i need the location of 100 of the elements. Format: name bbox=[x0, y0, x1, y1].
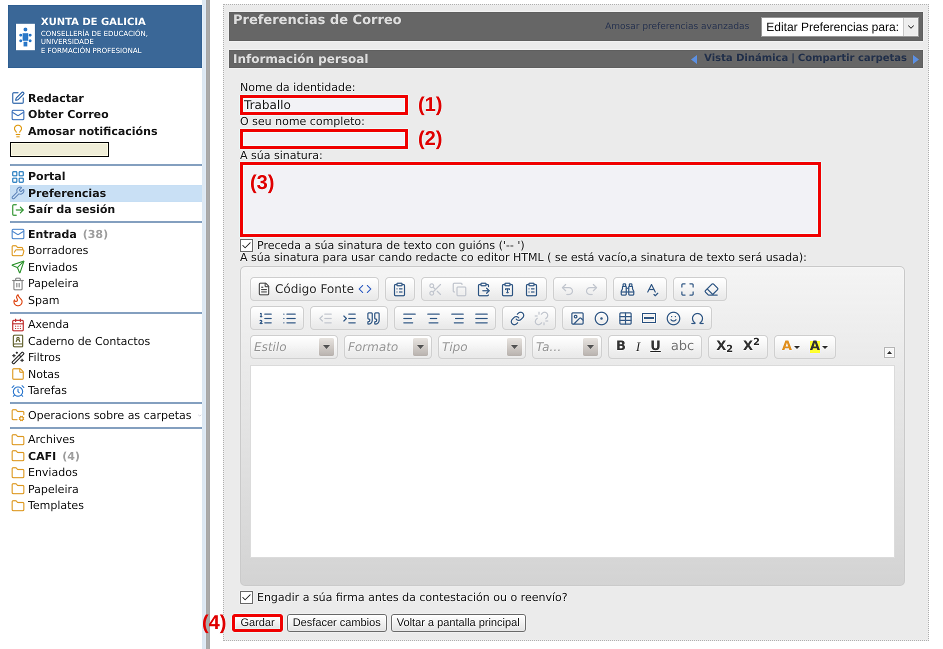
unread-count: (38) bbox=[82, 228, 108, 241]
sidebar-item[interactable]: Redactar bbox=[10, 90, 202, 106]
identity-field[interactable]: Traballo bbox=[240, 95, 408, 115]
caret-icon bbox=[323, 345, 330, 349]
field-label: Nome da identidade: bbox=[240, 82, 356, 94]
full-name-field[interactable] bbox=[240, 129, 408, 149]
sidebar-item[interactable]: Portal bbox=[10, 168, 202, 185]
sidebar-label: Entrada bbox=[28, 228, 77, 241]
sidebar-label: Archives bbox=[28, 433, 75, 446]
form-button[interactable]: Gardar bbox=[232, 614, 283, 632]
link-icon bbox=[510, 310, 524, 326]
unread-count: (4) bbox=[62, 450, 80, 463]
format-button[interactable]: A bbox=[806, 337, 832, 357]
format-button[interactable]: U bbox=[646, 337, 665, 357]
cut-icon bbox=[428, 282, 444, 296]
form-button[interactable]: Desfacer cambios bbox=[286, 614, 387, 632]
format-button[interactable]: X$^{2}$ bbox=[739, 337, 764, 357]
unlink-icon bbox=[534, 310, 548, 326]
logo-icon bbox=[16, 22, 35, 50]
sidebar-item[interactable]: Borradores bbox=[10, 242, 202, 259]
templates-icon bbox=[392, 282, 408, 296]
sidebar-item[interactable]: Filtros bbox=[10, 350, 202, 366]
sidebar-label: Redactar bbox=[28, 92, 84, 105]
pencil-icon bbox=[11, 91, 25, 106]
sidebar-item[interactable]: Saír da sesión bbox=[10, 202, 202, 218]
collapse-icon[interactable] bbox=[884, 347, 895, 358]
sidebar-item[interactable]: Entrada (38) bbox=[10, 226, 202, 242]
form-button[interactable]: Voltar a pantalla principal bbox=[390, 614, 526, 632]
bullet-list-icon bbox=[282, 310, 296, 326]
omega-icon bbox=[690, 310, 704, 326]
sidebar-label: Portal bbox=[28, 170, 66, 184]
caret-icon bbox=[822, 346, 828, 348]
copy-icon bbox=[452, 282, 468, 296]
sidebar-label: Operacions sobre as carpetas bbox=[28, 408, 192, 422]
select-value: Editar Preferencias para: bbox=[765, 20, 900, 32]
combo-placeholder: Ta… bbox=[536, 341, 562, 353]
annotation-marker: (3) bbox=[250, 172, 274, 194]
calendar-icon bbox=[11, 318, 25, 332]
align-left-icon bbox=[402, 310, 416, 326]
sidebar-label: Saír da sesión bbox=[28, 203, 116, 216]
sidebar-item[interactable]: Operacions sobre as carpetas bbox=[10, 407, 202, 424]
lightbulb-icon bbox=[11, 124, 25, 138]
caret-icon bbox=[794, 346, 800, 348]
sidebar-label: Amosar notificacións bbox=[28, 124, 158, 138]
checkbox[interactable] bbox=[240, 591, 253, 604]
code-icon bbox=[358, 282, 372, 296]
sidebar-item[interactable]: Spam bbox=[10, 292, 202, 308]
checkbox-label: Preceda a súa sinatura de texto con guións ('-- ') bbox=[257, 239, 525, 252]
notification-field[interactable] bbox=[10, 142, 109, 156]
paste-word-icon bbox=[524, 282, 540, 296]
sidebar-item[interactable]: Enviados bbox=[10, 259, 202, 276]
find-icon bbox=[620, 282, 636, 296]
address-book-icon bbox=[11, 334, 25, 348]
indent-icon bbox=[342, 310, 356, 326]
sidebar-item[interactable]: Papeleira bbox=[10, 481, 202, 498]
format-button[interactable]: X$_{2}$ bbox=[712, 337, 738, 357]
logo-title: XUNTA DE GALICIA bbox=[40, 17, 147, 30]
paste-text-icon bbox=[500, 282, 516, 296]
sidebar-item[interactable]: Notas bbox=[10, 366, 202, 382]
quote-icon bbox=[366, 310, 380, 326]
sidebar-item[interactable]: Tarefas bbox=[10, 382, 202, 399]
field-label: A súa sinatura: bbox=[240, 150, 324, 162]
sidebar-item[interactable]: Templates bbox=[10, 498, 202, 514]
field-label: O seu nome completo: bbox=[240, 116, 366, 128]
identity-select[interactable]: Editar Preferencias para: bbox=[761, 16, 919, 36]
sidebar-item[interactable]: Preferencias bbox=[10, 185, 202, 202]
sidebar-item[interactable]: Enviados bbox=[10, 464, 202, 481]
numbered-list-icon bbox=[258, 310, 272, 326]
sidebar-label: Preferencias bbox=[28, 186, 106, 200]
sidebar-label: Enviados bbox=[28, 260, 78, 274]
redo-icon bbox=[584, 282, 600, 296]
note-icon bbox=[11, 367, 25, 382]
check-icon bbox=[241, 240, 252, 251]
align-center-icon bbox=[426, 310, 440, 326]
sidebar-item[interactable]: Amosar notificacións bbox=[10, 123, 202, 140]
trash-icon bbox=[11, 276, 25, 291]
format-button[interactable]: I bbox=[632, 337, 644, 357]
checkbox[interactable] bbox=[240, 239, 253, 252]
format-button[interactable]: abc bbox=[666, 337, 698, 357]
sidebar-label: Tarefas bbox=[28, 384, 68, 398]
sidebar-label: Borradores bbox=[28, 244, 88, 258]
combo-placeholder: Formato bbox=[348, 341, 398, 353]
portal-icon bbox=[11, 170, 25, 184]
sidebar-item[interactable]: Papeleira bbox=[10, 276, 202, 292]
signature-field[interactable] bbox=[240, 162, 821, 237]
format-button[interactable]: B bbox=[612, 337, 630, 357]
sidebar-item[interactable]: Caderno de Contactos bbox=[10, 333, 202, 350]
sidebar-label: CAFI bbox=[28, 450, 56, 463]
envelope-icon bbox=[11, 108, 25, 122]
annotation-marker: (4) bbox=[202, 612, 226, 634]
smiley-icon bbox=[666, 310, 680, 326]
align-right-icon bbox=[450, 310, 464, 326]
sidebar-item[interactable]: Archives bbox=[10, 432, 202, 448]
combo-placeholder: Estilo bbox=[254, 341, 287, 353]
sidebar-item[interactable]: Axenda bbox=[10, 316, 202, 333]
sidebar-item[interactable]: CAFI (4) bbox=[10, 448, 202, 464]
source-button[interactable]: Código Fonte bbox=[254, 282, 375, 296]
annotation-marker: (1) bbox=[418, 94, 442, 116]
sidebar-item[interactable]: Obter Correo bbox=[10, 106, 202, 123]
justify-icon bbox=[474, 310, 488, 326]
